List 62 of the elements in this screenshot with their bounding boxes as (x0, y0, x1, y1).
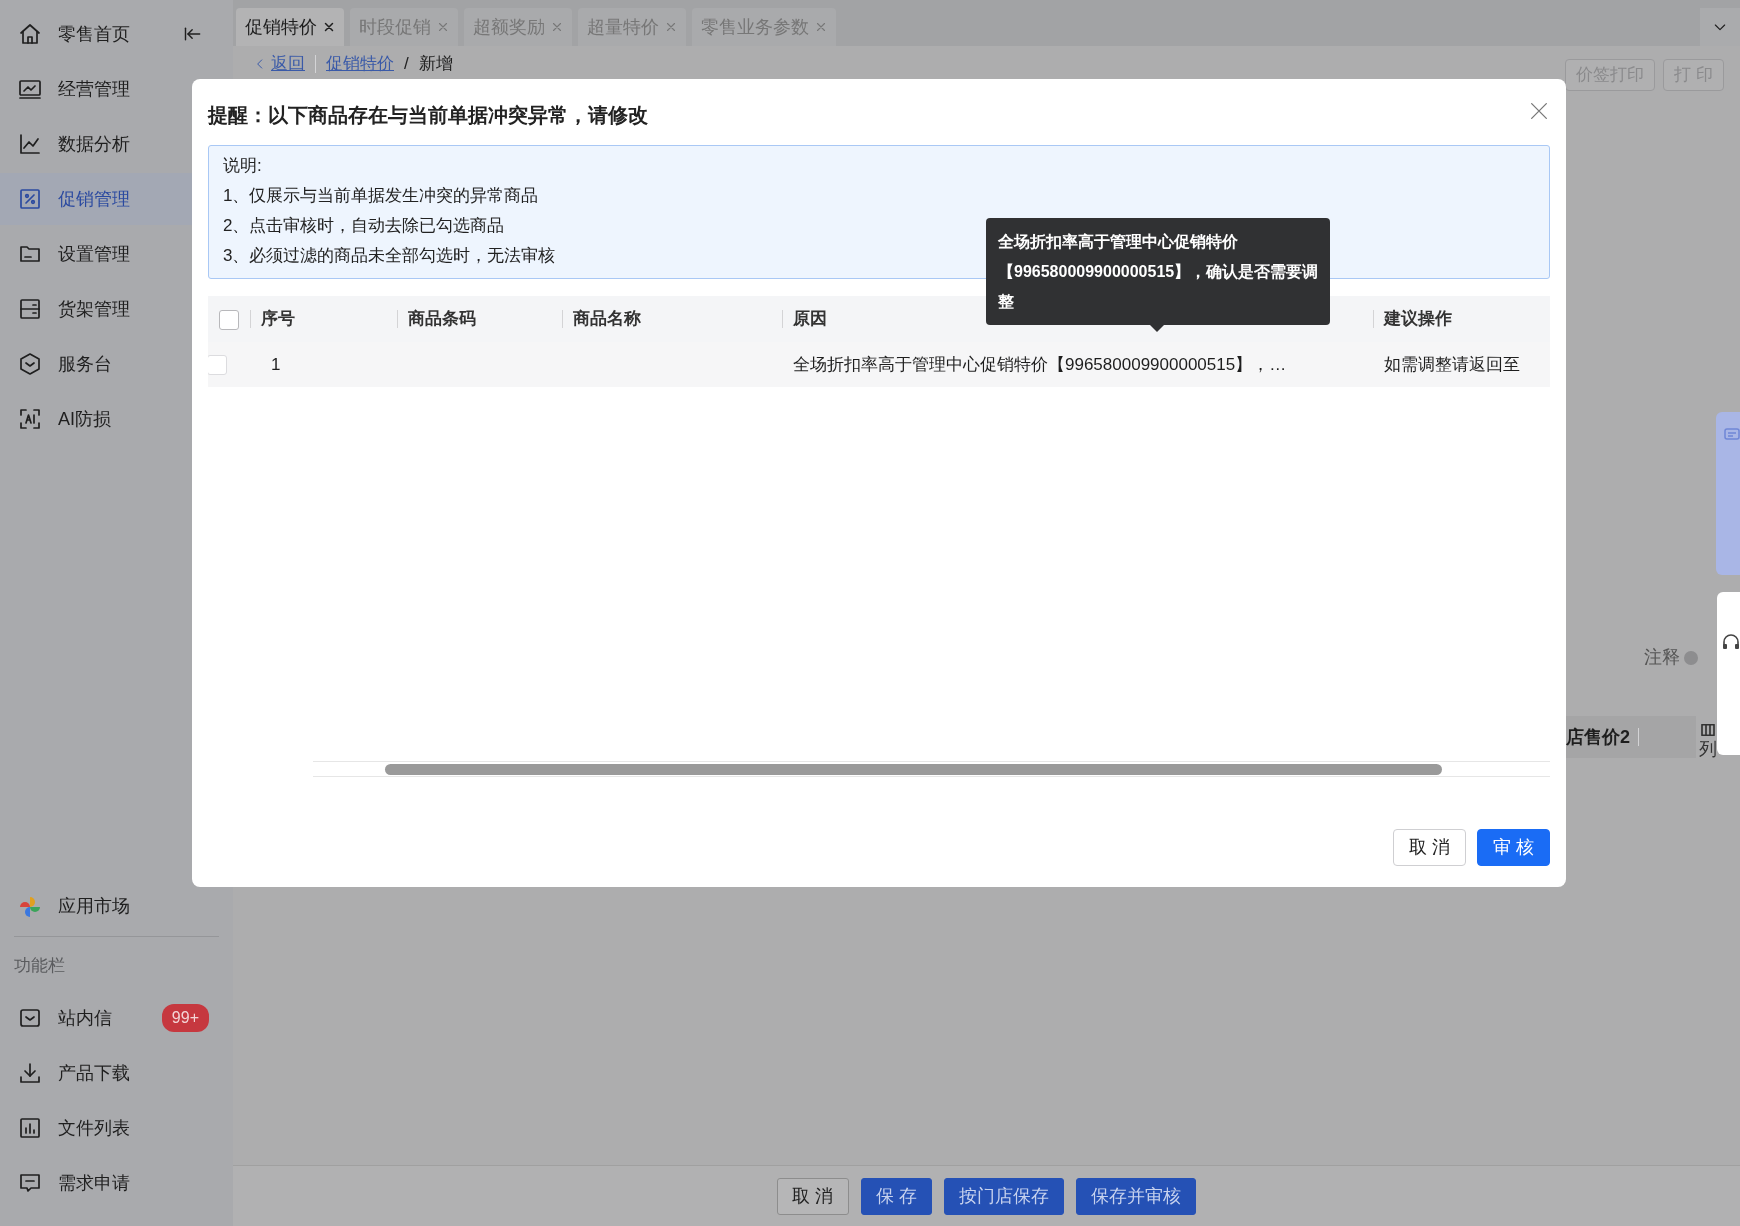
dialog-button[interactable]: 审 核 (1477, 829, 1550, 866)
table-cell: 全场折扣率高于管理中心促销特价【996580009900000515】，… (793, 354, 1287, 374)
row-checkbox[interactable] (208, 355, 227, 376)
line-chart-icon (18, 132, 42, 156)
dialog-title: 提醒：以下商品存在与当前单据冲突异常，请修改 (208, 103, 648, 126)
tab[interactable]: 促销特价 (236, 8, 344, 46)
download-icon (18, 1061, 42, 1085)
note-label: 注释 (1644, 646, 1680, 669)
hexagon-icon (18, 352, 42, 376)
close-icon (323, 21, 335, 33)
monitor-icon (18, 77, 42, 101)
headset-icon (1722, 633, 1740, 652)
column-header: 商品条码 (408, 308, 476, 331)
count-badge: 99+ (161, 1004, 209, 1032)
dialog-button[interactable]: 取 消 (1392, 829, 1466, 866)
sidebar-item[interactable]: 货架管理 (0, 283, 233, 335)
select-all-checkbox[interactable] (219, 309, 239, 330)
close-icon (815, 21, 827, 33)
app-market-icon (18, 894, 42, 919)
column-header: 店售价2 (1566, 725, 1630, 749)
sidebar-item[interactable]: 需求申请 (0, 1157, 233, 1209)
tooltip: 全场折扣率高于管理中心促销特价【996580009900000515】，确认是否需要调整 (986, 218, 1330, 325)
sidebar-item[interactable]: 站内信 99+ (0, 992, 233, 1044)
footer-button[interactable]: 取 消 (777, 1177, 849, 1215)
chat-icon (1724, 426, 1740, 443)
footer-button[interactable]: 保 存 (860, 1177, 932, 1215)
close-icon (551, 21, 563, 33)
breadcrumb-separator: / (404, 53, 409, 76)
table-cell: 如需调整请返回至 (1384, 354, 1520, 374)
breadcrumb-current: 新增 (418, 53, 453, 76)
close-icon (437, 21, 449, 33)
column-header: 建议操作 (1384, 308, 1452, 331)
message-icon (18, 1171, 42, 1195)
columns-icon (1701, 724, 1715, 736)
column-header: 商品名称 (573, 308, 641, 331)
house-icon (18, 22, 42, 46)
sidebar-item[interactable]: 零售首页 (0, 8, 233, 60)
scan-icon (18, 407, 42, 431)
scrollbar-thumb[interactable] (385, 763, 1442, 775)
column-header: 原因 (793, 308, 827, 331)
sidebar-item[interactable]: 服务台 (0, 338, 233, 390)
notice-text: 3、必须过滤的商品未全部勾选时，无法审核 (223, 245, 556, 267)
column-header: 序号 (261, 308, 295, 331)
mail-icon (18, 1006, 42, 1030)
sidebar-item[interactable]: 文件列表 (0, 1102, 233, 1154)
close-icon (665, 21, 677, 33)
sidebar-item[interactable]: 产品下载 (0, 1047, 233, 1099)
section-title: 功能栏 (13, 954, 66, 977)
service-panel[interactable] (1717, 592, 1740, 755)
bar-chart-icon (18, 1116, 42, 1140)
table-cell: 1 (271, 354, 281, 374)
tag-icon (18, 187, 42, 211)
tooltip-pointer (1150, 325, 1164, 332)
footer-button[interactable]: 按门店保存 (943, 1177, 1064, 1215)
shelf-icon (18, 297, 42, 321)
sidebar-item[interactable]: AI防损 (0, 393, 233, 445)
footer-button[interactable]: 保存并审核 (1075, 1177, 1196, 1215)
sidebar-item[interactable]: 应用市场 (0, 880, 233, 933)
help-panel[interactable] (1716, 412, 1740, 575)
collapse-icon[interactable] (183, 24, 203, 44)
columns-button[interactable]: 列 (1698, 724, 1718, 763)
help-icon (1684, 650, 1698, 665)
